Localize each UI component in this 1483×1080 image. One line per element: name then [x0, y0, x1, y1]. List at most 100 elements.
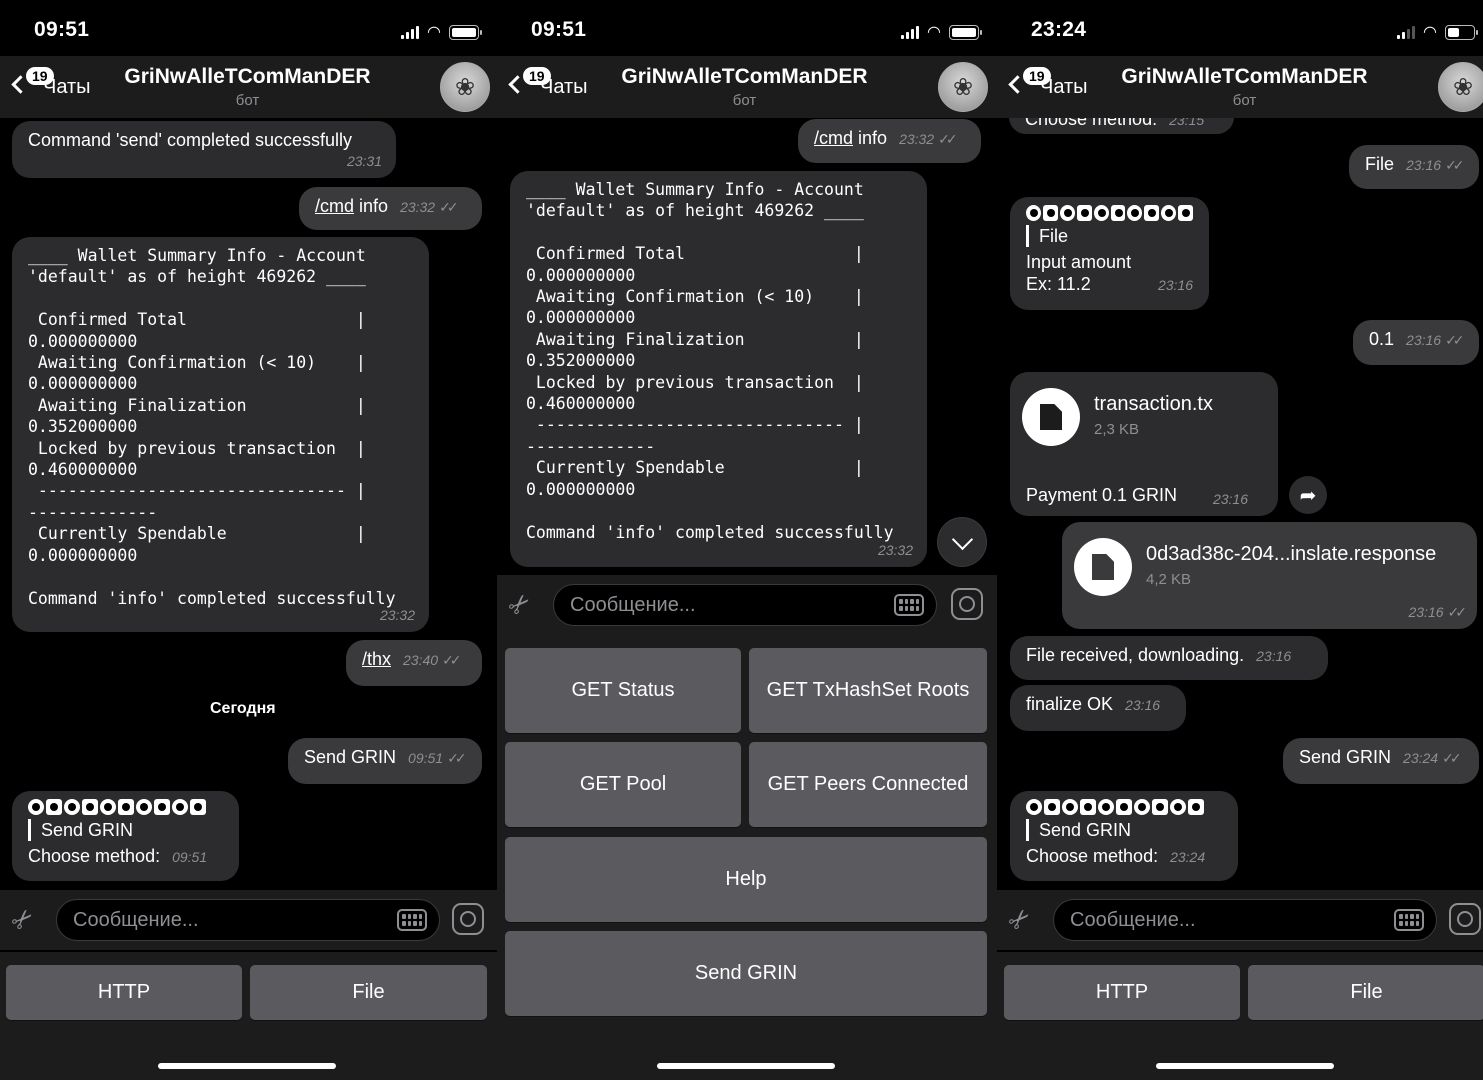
- chat-header: 19 Чаты GriNwAlleTComManDER бот ❀: [497, 56, 997, 118]
- back-button[interactable]: 19 Чаты: [8, 67, 91, 99]
- bot-avatar[interactable]: ❀: [938, 62, 988, 112]
- message-text: File received, downloading.: [1026, 645, 1245, 665]
- message-field[interactable]: [57, 900, 439, 940]
- message-text: Command 'send' completed successfully: [28, 130, 353, 150]
- camera-icon[interactable]: [951, 588, 983, 620]
- outgoing-message[interactable]: Send GRIN 23:24 ✓✓: [1283, 738, 1479, 784]
- message-time: 09:51: [408, 750, 444, 766]
- chat-subtitle: бот: [235, 92, 260, 109]
- bot-message[interactable]: finalize OK 23:16: [1010, 685, 1186, 731]
- wifi-icon: ◠: [927, 24, 941, 41]
- keyboard-icon[interactable]: [397, 909, 427, 931]
- message-field[interactable]: [1054, 900, 1436, 940]
- keyboard-button-help[interactable]: Help: [505, 837, 987, 922]
- paperclip-icon[interactable]: ✂: [1001, 901, 1038, 938]
- signal-icon: [901, 25, 920, 39]
- paperclip-icon[interactable]: ✂: [501, 586, 538, 623]
- bot-avatar[interactable]: ❀: [1438, 62, 1483, 112]
- summary-text: ____ Wallet Summary Info - Account 'defa…: [526, 180, 894, 542]
- unread-badge: 19: [26, 67, 54, 85]
- status-time: 09:51: [531, 18, 587, 41]
- date-separator: Сегодня: [210, 700, 276, 717]
- file-caption: Payment 0.1 GRIN: [1026, 485, 1178, 505]
- message-input-bar: ✂: [997, 890, 1483, 950]
- keyboard-button-get-pool[interactable]: GET Pool: [505, 742, 741, 827]
- keyboard-icon[interactable]: [1394, 909, 1424, 931]
- keyboard-button-file[interactable]: File: [1248, 965, 1483, 1020]
- wifi-icon: ◠: [427, 24, 441, 41]
- keyboard-button-http[interactable]: HTTP: [6, 965, 242, 1020]
- file-icon[interactable]: [1074, 538, 1132, 596]
- message-input[interactable]: [56, 899, 440, 941]
- battery-icon: [449, 24, 482, 40]
- home-indicator[interactable]: [657, 1063, 835, 1069]
- status-time: 23:24: [1031, 18, 1087, 41]
- back-button[interactable]: 19 Чаты: [1005, 67, 1088, 99]
- double-check-icon: ✓✓: [1447, 604, 1468, 620]
- reply-caption: Send GRIN: [28, 819, 223, 841]
- command-link[interactable]: /cmd: [814, 128, 853, 148]
- message-text: Input amount: [1026, 252, 1132, 272]
- scroll-down-button[interactable]: [937, 517, 987, 567]
- message-time: 23:16: [1406, 332, 1442, 348]
- outgoing-message[interactable]: 0.1 23:16 ✓✓: [1353, 320, 1479, 365]
- keyboard-button-send-grin[interactable]: Send GRIN: [505, 931, 987, 1016]
- keyboard-button-http[interactable]: HTTP: [1004, 965, 1240, 1020]
- bot-message[interactable]: Send GRIN Choose method: 09:51: [12, 791, 239, 881]
- back-button[interactable]: 19 Чаты: [505, 67, 588, 99]
- double-check-icon: ✓✓: [447, 750, 467, 766]
- outgoing-message[interactable]: /cmd info 23:32 ✓✓: [798, 119, 981, 163]
- double-check-icon: ✓✓: [1442, 750, 1462, 766]
- chat-subtitle: бот: [732, 92, 757, 109]
- keyboard-icon[interactable]: [894, 594, 924, 616]
- wifi-icon: ◠: [1423, 24, 1437, 41]
- keyboard-button-file[interactable]: File: [250, 965, 487, 1020]
- message-text: File: [1365, 154, 1395, 174]
- phone-screen-2: 09:51 ◠ 19 Чаты GriNwAlleTComManDER бот …: [497, 0, 997, 1080]
- message-input[interactable]: [553, 584, 937, 626]
- chat-title[interactable]: GriNwAlleTComManDER: [607, 65, 882, 89]
- wallet-summary-message[interactable]: ____ Wallet Summary Info - Account 'defa…: [510, 171, 927, 567]
- wallet-summary-message[interactable]: ____ Wallet Summary Info - Account 'defa…: [12, 237, 429, 632]
- keyboard-button-get-txhashset-roots[interactable]: GET TxHashSet Roots: [749, 648, 987, 733]
- home-indicator[interactable]: [158, 1063, 336, 1069]
- chat-header: 19 Чаты GriNwAlleTComManDER бот ❀: [0, 56, 497, 118]
- bot-message[interactable]: File received, downloading. 23:16: [1010, 636, 1328, 680]
- signal-icon: [401, 25, 420, 39]
- bot-message[interactable]: Send GRIN Choose method: 23:24: [1010, 791, 1238, 881]
- keyboard-button-get-status[interactable]: GET Status: [505, 648, 741, 733]
- keyboard-button-get-peers[interactable]: GET Peers Connected: [749, 742, 987, 827]
- outgoing-message[interactable]: /thx 23:40 ✓✓: [346, 640, 482, 686]
- phone-screen-3: 23:24 ◠ 19 Чаты GriNwAlleTComManDER бот …: [997, 0, 1483, 1080]
- outgoing-message[interactable]: Send GRIN 09:51 ✓✓: [288, 738, 482, 784]
- message-input[interactable]: [1053, 899, 1437, 941]
- command-link[interactable]: /cmd: [315, 196, 354, 216]
- bot-keyboard: GET Status GET TxHashSet Roots GET Pool …: [497, 635, 997, 1080]
- file-icon[interactable]: [1022, 388, 1080, 446]
- share-icon[interactable]: ➦: [1289, 476, 1327, 514]
- status-time: 09:51: [34, 18, 90, 41]
- camera-icon[interactable]: [1449, 903, 1481, 935]
- chat-subtitle: бот: [1232, 92, 1257, 109]
- battery-icon: [1445, 24, 1478, 40]
- file-size: 4,2 KB: [1146, 571, 1192, 588]
- bot-avatar[interactable]: ❀: [440, 62, 490, 112]
- camera-icon[interactable]: [452, 903, 484, 935]
- unread-badge: 19: [523, 67, 551, 85]
- double-check-icon: ✓✓: [442, 652, 462, 668]
- bot-message[interactable]: File Input amount Ex: 11.2 23:16: [1010, 197, 1209, 310]
- outgoing-message[interactable]: File 23:16 ✓✓: [1349, 145, 1479, 189]
- paperclip-icon[interactable]: ✂: [4, 901, 41, 938]
- message-field[interactable]: [554, 585, 936, 625]
- chat-title[interactable]: GriNwAlleTComManDER: [1107, 65, 1382, 89]
- home-indicator[interactable]: [1156, 1063, 1334, 1069]
- file-message[interactable]: transaction.tx 2,3 KB Payment 0.1 GRIN 2…: [1010, 372, 1278, 516]
- chat-title[interactable]: GriNwAlleTComManDER: [110, 65, 385, 89]
- message-bubble[interactable]: Command 'send' completed successfully 23…: [12, 121, 396, 178]
- summary-text: ____ Wallet Summary Info - Account 'defa…: [28, 246, 396, 608]
- file-message[interactable]: 0d3ad38c-204...inslate.response 4,2 KB 2…: [1062, 522, 1477, 629]
- header-overlay: 19 Чаты GriNwAlleTComManDER бот ❀: [997, 56, 1483, 118]
- bot-keyboard: HTTP File: [997, 952, 1483, 1080]
- command-link[interactable]: /thx: [362, 648, 391, 670]
- outgoing-message[interactable]: /cmd info 23:32 ✓✓: [299, 187, 482, 230]
